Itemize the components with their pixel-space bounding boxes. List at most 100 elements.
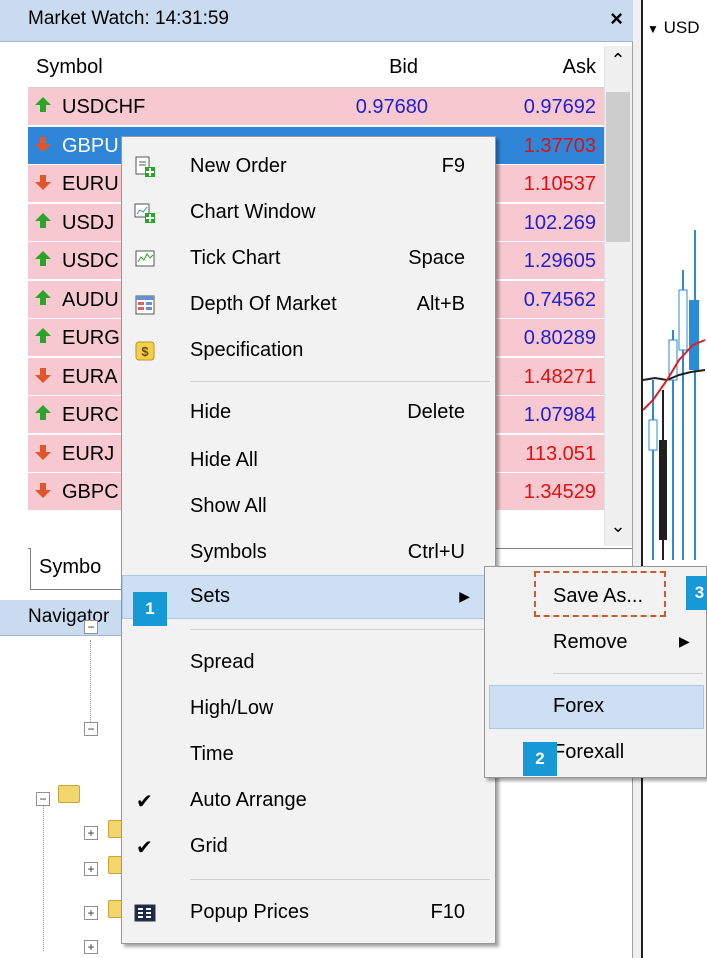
menu-separator (190, 879, 490, 880)
symbol-cell: GBPU (62, 134, 119, 157)
submenu-arrow-icon: ▶ (679, 633, 690, 649)
symbol-cell: USDCHF (62, 96, 146, 118)
menu-item-time[interactable]: Time (122, 733, 495, 777)
ask-cell: 1.48271 (523, 365, 596, 388)
new-order-icon (135, 156, 155, 177)
menu-item-hide[interactable]: Hide Delete (122, 391, 495, 435)
menu-separator (190, 629, 490, 630)
arrow-down-icon (35, 367, 51, 383)
menu-shortcut: Delete (407, 401, 465, 423)
menu-item-specification[interactable]: $ Specification (122, 329, 495, 373)
submenu-label: Remove (553, 631, 628, 653)
scroll-up-icon[interactable]: ⌃ (604, 50, 632, 71)
market-watch-title: Market Watch: 14:31:59 (28, 8, 230, 29)
menu-item-new-order[interactable]: New Order F9 (122, 145, 495, 189)
menu-label: Chart Window (190, 201, 316, 223)
menu-item-grid[interactable]: ✔ Grid (122, 825, 495, 869)
expand-icon[interactable]: + (84, 826, 98, 840)
submenu-item-forexall[interactable]: Forexall (485, 731, 707, 775)
step-badge: 3 (686, 576, 707, 610)
collapse-icon[interactable]: − (36, 792, 50, 806)
scroll-down-icon[interactable]: ⌄ (604, 516, 632, 537)
submenu-label: Forex (553, 695, 605, 717)
arrow-up-icon (35, 212, 51, 228)
menu-shortcut: F9 (441, 155, 465, 177)
expand-icon[interactable]: + (84, 862, 98, 876)
ask-cell: 1.29605 (523, 250, 596, 272)
ask-cell: 1.37703 (523, 134, 596, 157)
symbol-cell: USDC (62, 250, 119, 272)
chart-tab-label: USD (663, 18, 700, 37)
symbol-cell: AUDU (62, 288, 119, 311)
step-badge: 2 (523, 742, 557, 776)
menu-label: Tick Chart (190, 247, 281, 269)
menu-label: High/Low (190, 697, 274, 719)
menu-label: Symbols (190, 541, 267, 563)
menu-label: Specification (190, 339, 304, 361)
ask-cell: 102.269 (523, 211, 596, 234)
menu-item-sets[interactable]: Sets ▶ (122, 575, 495, 619)
menu-shortcut: F10 (430, 901, 465, 923)
menu-item-tick-chart[interactable]: Tick Chart Space (122, 237, 495, 281)
symbol-cell: EURJ (62, 442, 115, 465)
arrow-up-icon (35, 289, 51, 305)
market-watch-titlebar: Market Watch: 14:31:59 × (0, 0, 633, 42)
popup-prices-icon (134, 904, 156, 922)
menu-label: Popup Prices (190, 901, 309, 923)
ask-cell: 1.10537 (523, 173, 596, 195)
arrow-down-icon (35, 136, 51, 152)
table-row[interactable]: USDCHF 0.97680 0.97692 (28, 88, 604, 126)
menu-label: New Order (190, 155, 287, 177)
menu-item-hide-all[interactable]: Hide All (122, 439, 495, 483)
candlestick-chart (643, 230, 706, 560)
menu-item-auto-arrange[interactable]: ✔ Auto Arrange (122, 779, 495, 823)
menu-shortcut: Alt+B (416, 293, 465, 315)
menu-label: Grid (190, 835, 228, 857)
specification-icon: $ (135, 341, 155, 361)
chart-window[interactable]: ▼ USD (641, 0, 707, 958)
menu-separator (190, 381, 490, 382)
menu-item-high-low[interactable]: High/Low (122, 687, 495, 731)
menu-label: Show All (190, 495, 267, 517)
submenu-item-forex[interactable]: Forex (489, 685, 704, 729)
ask-cell: 113.051 (525, 442, 596, 465)
menu-item-symbols[interactable]: Symbols Ctrl+U (122, 531, 495, 575)
expand-icon[interactable]: + (84, 940, 98, 954)
menu-label: Hide (190, 401, 232, 423)
collapse-icon[interactable]: − (84, 620, 98, 634)
arrow-down-icon (35, 444, 51, 460)
column-header-bid[interactable]: Bid (389, 56, 418, 79)
menu-item-popup-prices[interactable]: Popup Prices F10 (122, 891, 495, 935)
ask-cell: 0.97692 (523, 96, 596, 118)
menu-item-depth-of-market[interactable]: Depth Of Market Alt+B (122, 283, 495, 327)
collapse-icon[interactable]: − (84, 722, 98, 736)
menu-item-chart-window[interactable]: Chart Window (122, 191, 495, 235)
expand-icon[interactable]: + (84, 906, 98, 920)
scrollbar-thumb[interactable] (606, 92, 630, 242)
check-icon: ✔ (136, 837, 153, 859)
arrow-up-icon (35, 97, 51, 112)
submenu-item-remove[interactable]: Remove ▶ (485, 621, 707, 665)
menu-item-show-all[interactable]: Show All (122, 485, 495, 529)
svg-text:$: $ (141, 344, 149, 359)
ask-cell: 1.07984 (523, 404, 596, 426)
menu-label: Hide All (190, 449, 258, 471)
column-header-ask[interactable]: Ask (563, 56, 596, 79)
close-icon[interactable]: × (610, 6, 623, 32)
symbol-cell: GBPC (62, 481, 119, 503)
symbol-cell: EURC (62, 404, 119, 426)
context-menu: New Order F9 Chart Window Tick Chart Spa… (121, 136, 496, 944)
menu-shortcut: Space (408, 247, 465, 269)
menu-item-spread[interactable]: Spread (122, 641, 495, 685)
arrow-up-icon (35, 251, 51, 266)
column-header-symbol[interactable]: Symbol (36, 56, 103, 79)
symbol-cell: EURG (62, 327, 120, 349)
chart-tab[interactable]: ▼ USD (647, 18, 700, 38)
arrow-up-icon (35, 328, 51, 343)
submenu-arrow-icon: ▶ (459, 588, 470, 604)
arrow-down-icon (35, 175, 51, 190)
menu-shortcut: Ctrl+U (407, 541, 465, 563)
step-badge: 1 (133, 592, 167, 626)
bid-cell: 0.97680 (355, 96, 428, 118)
depth-of-market-icon (135, 295, 155, 315)
